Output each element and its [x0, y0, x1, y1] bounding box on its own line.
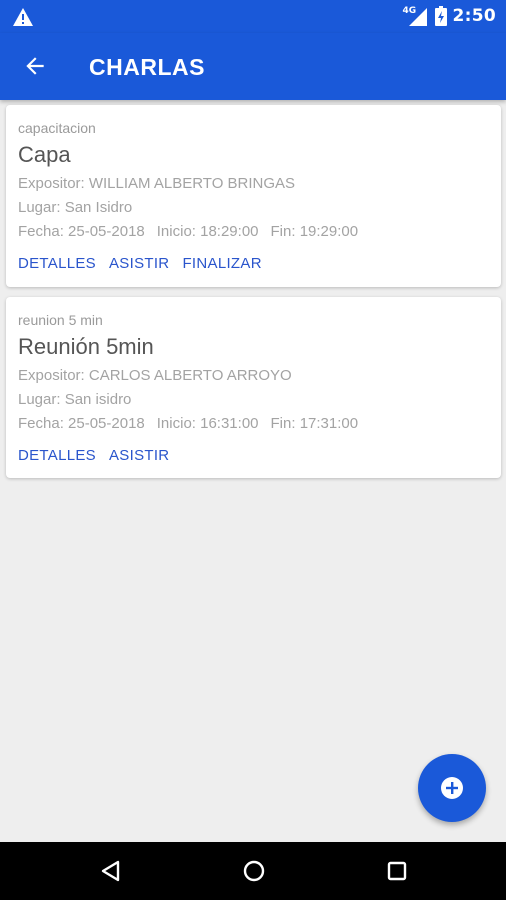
attend-button[interactable]: ASISTIR — [109, 255, 169, 272]
talk-list: capacitacion Capa Expositor: WILLIAM ALB… — [6, 105, 501, 488]
attend-button[interactable]: ASISTIR — [109, 447, 169, 464]
talk-category: reunion 5 min — [18, 312, 103, 328]
warning-icon — [13, 8, 33, 26]
add-circle-icon — [441, 777, 463, 799]
talk-date: Fecha: 25-05-2018 — [18, 223, 145, 240]
talk-name: Capa — [18, 142, 71, 167]
talk-end: Fin: 19:29:00 — [270, 223, 359, 240]
add-talk-button[interactable] — [418, 754, 486, 822]
home-circle-icon[interactable] — [242, 859, 266, 883]
talk-expositor: Expositor: CARLOS ALBERTO ARROYO — [18, 367, 292, 384]
card-actions: DETALLES ASISTIR FINALIZAR — [18, 255, 489, 272]
card-actions: DETALLES ASISTIR — [18, 447, 489, 464]
system-nav-bar — [0, 842, 506, 900]
status-time: 2:50 — [452, 6, 496, 26]
talk-category: capacitacion — [18, 120, 96, 136]
talk-date: Fecha: 25-05-2018 — [18, 415, 145, 432]
talk-location: Lugar: San Isidro — [18, 199, 133, 216]
status-icons: 4G 2:50 — [403, 5, 496, 27]
back-triangle-icon[interactable] — [99, 859, 123, 883]
talk-start: Inicio: 18:29:00 — [156, 223, 259, 240]
status-bar: 4G 2:50 — [0, 0, 506, 33]
details-button[interactable]: DETALLES — [18, 447, 96, 464]
talk-end: Fin: 17:31:00 — [270, 415, 359, 432]
details-button[interactable]: DETALLES — [18, 255, 96, 272]
app-bar: CHARLAS — [0, 33, 506, 100]
talk-expositor: Expositor: WILLIAM ALBERTO BRINGAS — [18, 175, 296, 192]
recents-square-icon[interactable] — [385, 859, 409, 883]
talk-name: Reunión 5min — [18, 334, 154, 359]
talk-location: Lugar: San isidro — [18, 391, 132, 408]
talk-start: Inicio: 16:31:00 — [156, 415, 259, 432]
battery-icon — [434, 6, 447, 26]
talk-schedule: Fecha: 25-05-2018 Inicio: 18:29:00 Fin: 19… — [18, 220, 489, 244]
signal-icon: 4G — [403, 6, 429, 26]
finish-button[interactable]: FINALIZAR — [182, 255, 261, 272]
talk-card: capacitacion Capa Expositor: WILLIAM ALB… — [6, 105, 501, 287]
talk-card: reunion 5 min Reunión 5min Expositor: CA… — [6, 297, 501, 478]
arrow-back-icon[interactable] — [22, 53, 48, 79]
page-title: CHARLAS — [89, 54, 205, 80]
talk-schedule: Fecha: 25-05-2018 Inicio: 16:31:00 Fin: 17… — [18, 412, 489, 436]
